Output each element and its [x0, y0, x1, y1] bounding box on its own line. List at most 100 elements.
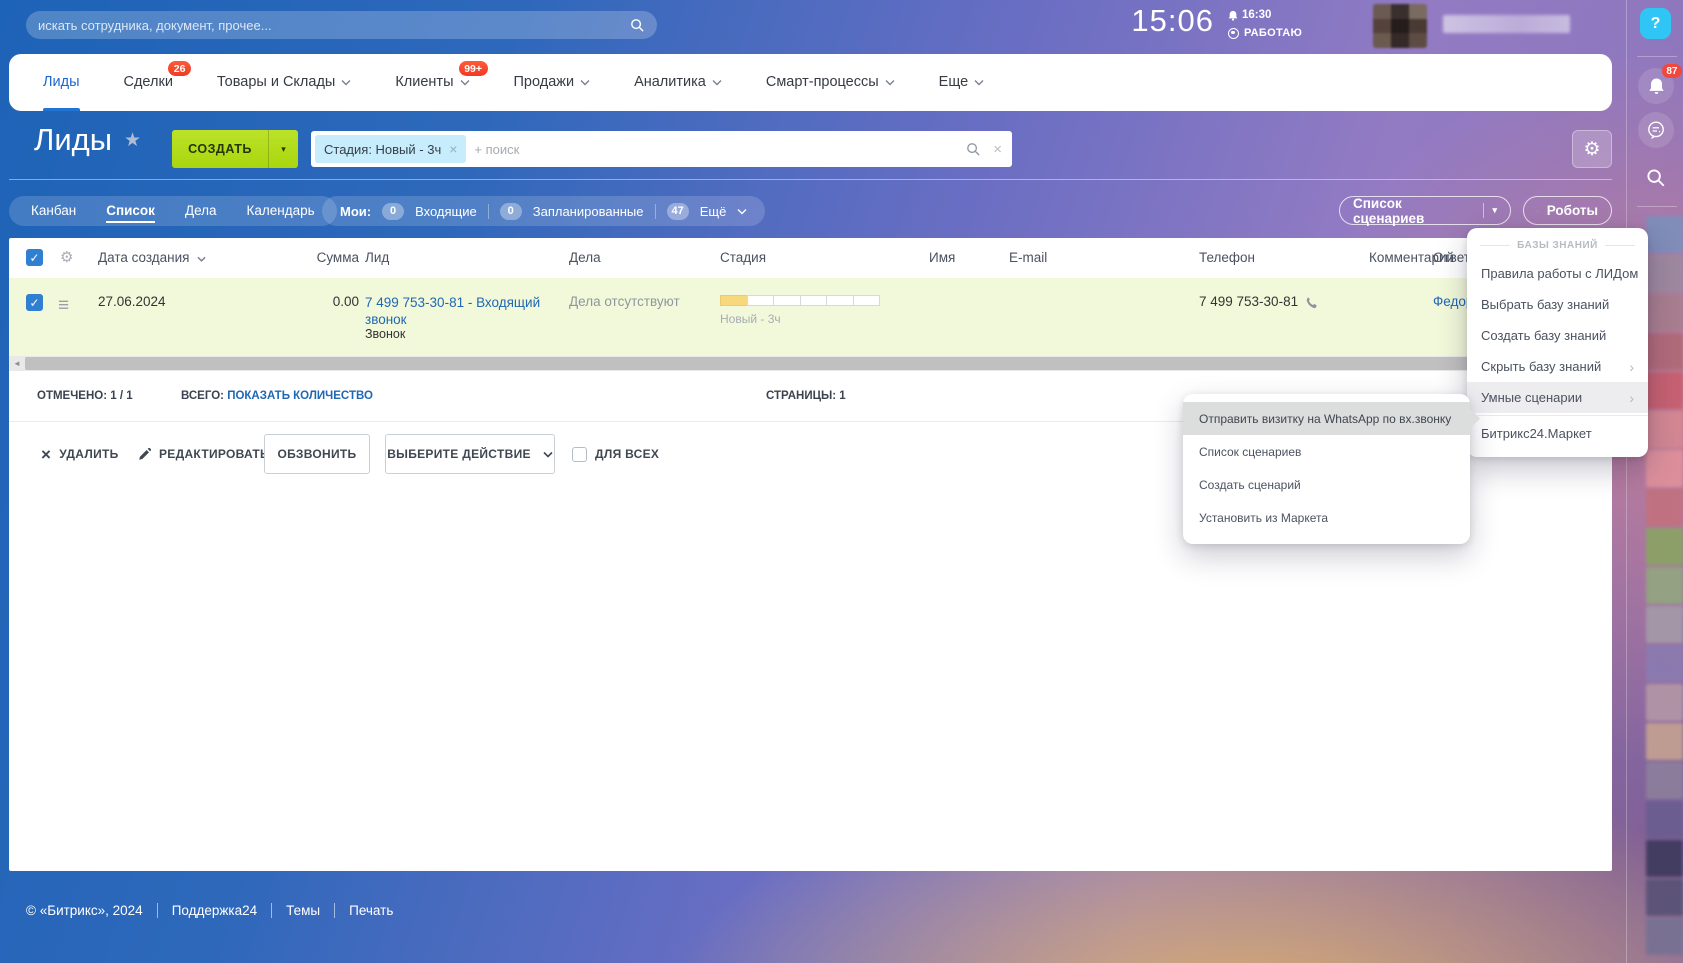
menu-item-create-kb[interactable]: Создать базу знаний [1467, 320, 1648, 351]
more-label[interactable]: Ещё [700, 204, 727, 219]
submenu-item-whatsapp-card[interactable]: Отправить визитку на WhatsApp по вх.звон… [1183, 402, 1470, 435]
global-search-input[interactable] [38, 18, 630, 33]
for-all-checkbox-group[interactable]: ДЛЯ ВСЕХ [572, 434, 659, 474]
nav-tab-leads[interactable]: Лиды [21, 54, 102, 111]
page-title: Лиды ★ [34, 122, 141, 158]
select-all-checkbox[interactable]: ✓ [26, 249, 43, 266]
view-tab-list[interactable]: Список [106, 196, 155, 226]
more-count-badge[interactable]: 47 [667, 203, 689, 220]
phone-icon[interactable] [1305, 296, 1318, 309]
menu-item-bitrix-market[interactable]: Битрикс24.Маркет [1467, 418, 1648, 449]
alarm-block[interactable]: 16:30 [1228, 9, 1271, 21]
edit-button[interactable]: РЕДАКТИРОВАТЬ [138, 434, 269, 474]
column-header-date[interactable]: Дата создания [98, 238, 206, 278]
favorite-star-icon[interactable]: ★ [124, 129, 141, 152]
view-tab-calendar[interactable]: Календарь [247, 196, 315, 226]
column-header-email[interactable]: E-mail [1009, 238, 1047, 278]
nav-tab-more[interactable]: Еще [917, 54, 1007, 111]
question-icon: ? [1651, 15, 1661, 33]
show-count-link[interactable]: ПОКАЗАТЬ КОЛИЧЕСТВО [227, 390, 373, 402]
column-header-phone[interactable]: Телефон [1199, 238, 1255, 278]
filter-search-field[interactable]: Стадия: Новый - 3ч × × [311, 131, 1012, 167]
row-checkbox[interactable]: ✓ [26, 294, 43, 311]
nav-tab-label: Клиенты [395, 54, 453, 111]
column-settings-gear-icon[interactable]: ⚙ [60, 238, 73, 278]
filter-clear-icon[interactable]: × [993, 141, 1002, 158]
robot-icon [1537, 204, 1538, 218]
stage-progress[interactable] [720, 295, 880, 306]
help-button[interactable]: ? [1640, 8, 1671, 39]
app-tiles[interactable] [1646, 216, 1683, 955]
page-title-text: Лиды [34, 122, 112, 158]
planned-count-badge[interactable]: 0 [500, 203, 522, 220]
cell-lead-link[interactable]: 7 499 753-30-81 - Входящий звонок [365, 294, 555, 328]
title-divider [9, 179, 1612, 180]
menu-item-smart-scenarios[interactable]: Умные сценарии › [1467, 382, 1648, 413]
footer-support-link[interactable]: Поддержка24 [157, 903, 271, 918]
checked-label: ОТМЕЧЕНО: [37, 390, 107, 402]
scroll-left-arrow-icon[interactable]: ◄ [9, 356, 25, 371]
filter-chip-remove-icon[interactable]: × [449, 141, 457, 157]
notifications-button[interactable]: 87 [1638, 68, 1674, 104]
create-dropdown-caret[interactable]: ▾ [268, 130, 298, 168]
delete-button[interactable]: × УДАЛИТЬ [41, 434, 119, 474]
menu-item-hide-kb[interactable]: Скрыть базу знаний › [1467, 351, 1648, 382]
column-header-stage[interactable]: Стадия [720, 238, 766, 278]
planned-label[interactable]: Запланированные [533, 204, 644, 219]
table-row[interactable]: ✓ ≡ 27.06.2024 0.00 7 499 753-30-81 - Вх… [9, 278, 1612, 356]
submenu-item-scenario-list[interactable]: Список сценариев [1183, 435, 1470, 468]
filter-search-icon[interactable] [966, 142, 981, 157]
cell-cases: Дела отсутствуют [569, 282, 680, 322]
row-drag-handle-icon[interactable]: ≡ [58, 286, 69, 326]
user-name[interactable] [1443, 15, 1570, 33]
call-button[interactable]: ОБЗВОНИТЬ [264, 434, 370, 474]
search-icon[interactable] [630, 18, 645, 33]
horizontal-scrollbar[interactable]: ◄ [9, 356, 1612, 371]
filter-search-input[interactable] [474, 142, 966, 157]
nav-tab-label: Смарт-процессы [766, 54, 879, 111]
incoming-label[interactable]: Входящие [415, 204, 477, 219]
messenger-button[interactable] [1638, 112, 1674, 148]
submenu-item-install-from-market[interactable]: Установить из Маркета [1183, 501, 1470, 534]
user-avatar[interactable] [1373, 4, 1427, 48]
alarm-time: 16:30 [1242, 9, 1271, 21]
for-all-checkbox[interactable] [572, 447, 587, 462]
column-header-sum[interactable]: Сумма [269, 238, 359, 278]
column-header-cases[interactable]: Дела [569, 238, 601, 278]
column-header-name[interactable]: Имя [929, 238, 955, 278]
create-button[interactable]: СОЗДАТЬ ▾ [172, 130, 298, 168]
view-tab-deals[interactable]: Дела [185, 196, 217, 226]
scrollbar-thumb[interactable] [25, 357, 1611, 370]
chat-bubble-icon [1646, 120, 1666, 140]
global-search[interactable] [26, 11, 657, 39]
stage-label: Новый - 3ч [720, 312, 880, 326]
chevron-right-icon: › [1629, 359, 1634, 375]
submenu-item-create-scenario[interactable]: Создать сценарий [1183, 468, 1470, 501]
nav-tab-deals[interactable]: Сделки 26 [102, 54, 195, 111]
select-action-dropdown[interactable]: ВЫБЕРИТЕ ДЕЙСТВИЕ [385, 434, 555, 474]
footer-themes-link[interactable]: Темы [271, 903, 334, 918]
nav-tab-sales[interactable]: Продажи [492, 54, 613, 111]
caret-down-icon[interactable]: ▾ [1492, 205, 1497, 216]
work-status[interactable]: РАБОТАЮ [1228, 27, 1302, 39]
clock-time[interactable]: 15:06 [1128, 3, 1214, 39]
grid-settings-button[interactable]: ⚙ [1572, 130, 1612, 168]
view-tab-kanban[interactable]: Канбан [31, 196, 76, 226]
chevron-down-icon[interactable] [737, 208, 747, 215]
chevron-down-icon [543, 451, 553, 458]
scenarios-list-button[interactable]: Список сценариев ▾ [1339, 196, 1511, 225]
incoming-count-badge[interactable]: 0 [382, 203, 404, 220]
nav-tab-clients[interactable]: Клиенты 99+ [373, 54, 491, 111]
nav-tab-smart-processes[interactable]: Смарт-процессы [744, 54, 917, 111]
robots-button[interactable]: Роботы [1523, 196, 1612, 225]
column-header-lead[interactable]: Лид [365, 238, 389, 278]
status-dot-icon [1228, 28, 1239, 39]
sidebar-search-button[interactable] [1638, 160, 1674, 196]
menu-item-choose-kb[interactable]: Выбрать базу знаний [1467, 289, 1648, 320]
filter-chip[interactable]: Стадия: Новый - 3ч × [315, 135, 466, 163]
nav-tab-analytics[interactable]: Аналитика [612, 54, 744, 111]
footer-print-link[interactable]: Печать [334, 903, 407, 918]
menu-item-lead-rules[interactable]: Правила работы с ЛИДом [1467, 258, 1648, 289]
delete-x-icon: × [41, 446, 51, 463]
nav-tab-products[interactable]: Товары и Склады [195, 54, 373, 111]
